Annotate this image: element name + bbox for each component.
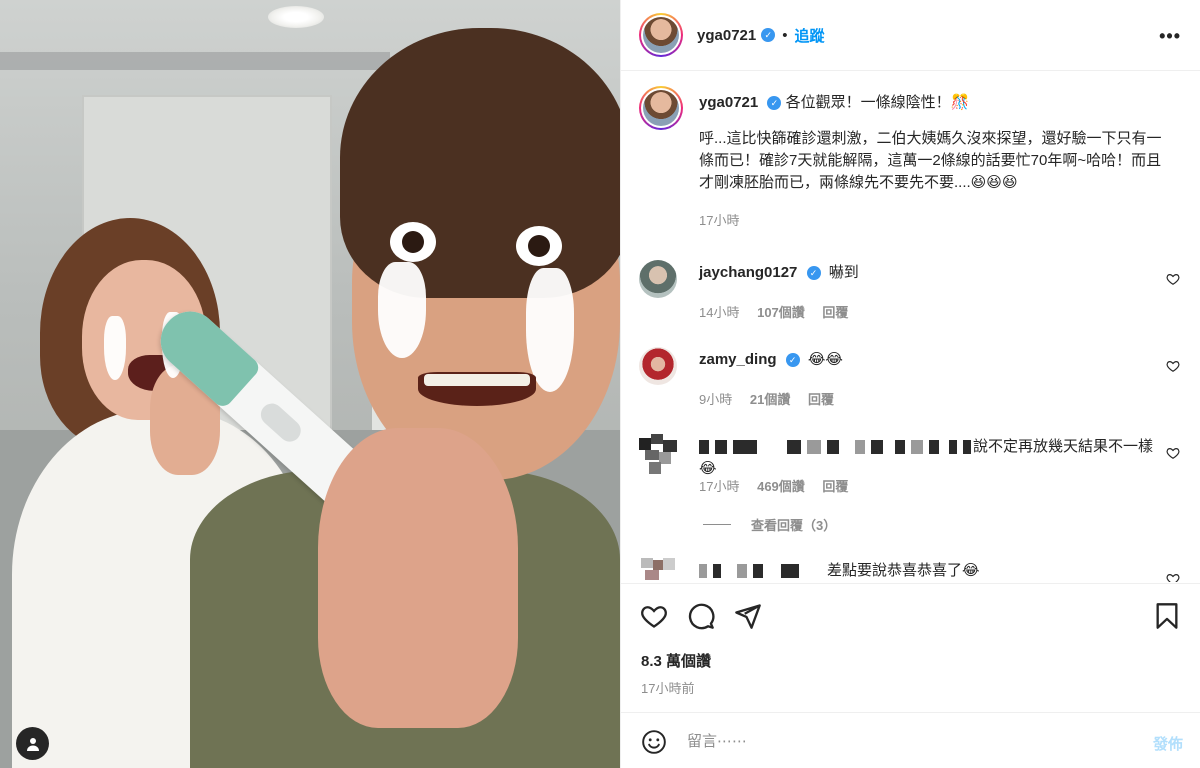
man-hand: [318, 428, 518, 728]
man-left-eye: [390, 222, 436, 262]
author-username[interactable]: yga0721: [697, 27, 756, 44]
caption-text: 呼...這比快篩確診還刺激，二伯大姨媽久沒來探望，還好驗一下只有一條而已！確診7…: [699, 130, 1162, 191]
tear-sticker-left-man: [378, 262, 426, 358]
emoji-icon[interactable]: [641, 729, 667, 755]
post-header: yga0721 ✓ • 追蹤 •••: [621, 0, 1200, 71]
add-comment-bar: 發佈: [621, 712, 1200, 768]
heart-icon[interactable]: [640, 602, 668, 630]
post-detail-panel: yga0721 ✓ • 追蹤 ••• yga0721 ✓ 各位觀眾！一條線陰性！…: [620, 0, 1200, 768]
instagram-post: yga0721 ✓ • 追蹤 ••• yga0721 ✓ 各位觀眾！一條線陰性！…: [0, 0, 1200, 768]
view-replies-label: 查看回覆（3）: [751, 518, 837, 533]
like-comment-heart-icon[interactable]: [1166, 272, 1180, 286]
caption-time[interactable]: 17小時: [699, 213, 739, 228]
verified-badge-icon: ✓: [761, 28, 776, 42]
reply-button[interactable]: 回覆: [808, 392, 834, 407]
comment-text: 嚇到: [828, 264, 859, 281]
share-icon[interactable]: [734, 602, 762, 630]
man-right-eye: [516, 226, 562, 266]
user-tag-icon[interactable]: [16, 727, 49, 760]
ceiling-light: [268, 6, 324, 28]
man-hair: [340, 28, 620, 298]
comment-text: 😂😂: [807, 351, 843, 368]
likes-count[interactable]: 8.3 萬個讚: [641, 650, 711, 671]
verified-badge-icon: ✓: [785, 353, 800, 368]
verified-badge-icon: ✓: [767, 96, 782, 111]
reply-button[interactable]: 回覆: [822, 479, 848, 494]
pregnancy-test-window: [256, 399, 306, 447]
like-comment-heart-icon[interactable]: [1166, 572, 1180, 582]
verified-badge-icon: ✓: [806, 266, 821, 281]
commenter-avatar[interactable]: [639, 260, 677, 298]
more-options-icon[interactable]: •••: [1159, 26, 1181, 47]
tear-sticker-right-man: [526, 268, 574, 392]
header-separator: •: [782, 26, 788, 44]
reply-button[interactable]: 回覆: [822, 305, 848, 320]
comment-username[interactable]: zamy_ding: [699, 351, 777, 368]
man-teeth: [424, 374, 530, 386]
pixelated-avatar[interactable]: [639, 434, 679, 474]
censored-username: [699, 440, 709, 455]
comment-text: 說不定再放幾天結果不一樣😂: [699, 438, 1154, 477]
caption-headline: 各位觀眾！一條線陰性！🎊: [785, 94, 970, 111]
comment-likes[interactable]: 469個讚: [757, 479, 805, 494]
view-replies-button[interactable]: 查看回覆（3）: [703, 515, 836, 534]
pixelated-avatar[interactable]: [639, 558, 679, 582]
caption-avatar[interactable]: [639, 86, 683, 130]
comment-time[interactable]: 9小時: [699, 392, 732, 407]
follow-button[interactable]: 追蹤: [794, 25, 824, 46]
comment-icon[interactable]: [687, 602, 715, 630]
shower-rail: [0, 52, 390, 70]
comment-time[interactable]: 17小時: [699, 479, 739, 494]
bookmark-icon[interactable]: [1153, 602, 1181, 630]
comment-time[interactable]: 14小時: [699, 305, 739, 320]
comment-username[interactable]: jaychang0127: [699, 264, 797, 281]
caption-username[interactable]: yga0721: [699, 94, 758, 111]
comment-likes[interactable]: 21個讚: [750, 392, 790, 407]
tear-sticker-left-woman: [104, 316, 126, 380]
like-comment-heart-icon[interactable]: [1166, 359, 1180, 373]
post-actions: 8.3 萬個讚 17小時前: [621, 583, 1200, 711]
comment-input[interactable]: [687, 725, 1107, 757]
comment-likes[interactable]: 107個讚: [757, 305, 805, 320]
comment-text: 差點要說恭喜恭喜了😂: [827, 562, 980, 579]
post-comment-button[interactable]: 發佈: [1153, 733, 1183, 754]
post-photo[interactable]: [0, 0, 620, 768]
commenter-avatar[interactable]: [639, 347, 677, 385]
comments-list[interactable]: yga0721 ✓ 各位觀眾！一條線陰性！🎊 呼...這比快篩確診還刺激，二伯大…: [621, 72, 1200, 582]
like-comment-heart-icon[interactable]: [1166, 446, 1180, 460]
author-avatar[interactable]: [639, 13, 683, 57]
post-timestamp[interactable]: 17小時前: [641, 678, 694, 697]
